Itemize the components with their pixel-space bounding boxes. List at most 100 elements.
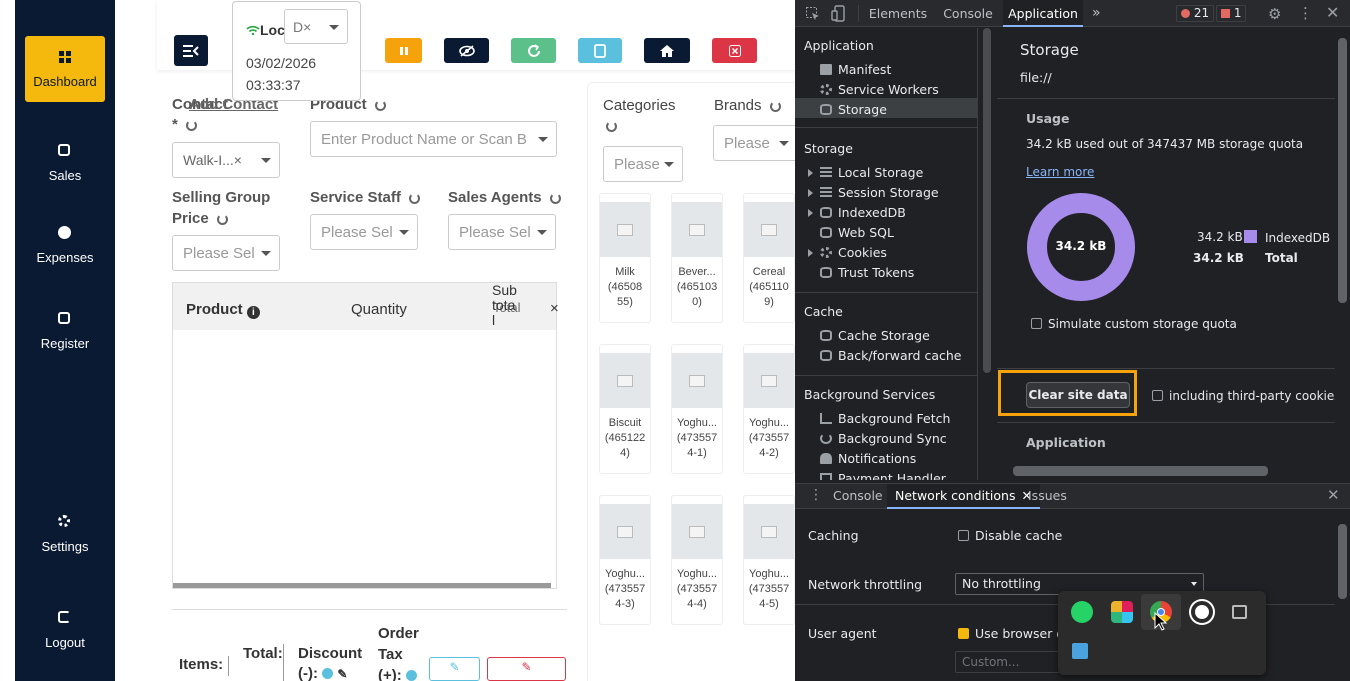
service-staff-select[interactable]: Please Sel — [310, 214, 418, 250]
clear-site-data-button[interactable]: Clear site data — [1026, 382, 1130, 408]
product-search-input[interactable]: Enter Product Name or Scan B — [310, 121, 557, 157]
drawer-tab-console[interactable]: Console — [833, 484, 883, 509]
product-card[interactable]: Yoghu... (473557 4-4) — [671, 495, 723, 625]
tab-elements[interactable]: Elements — [866, 0, 930, 27]
product-card[interactable]: Milk (46508 55) — [599, 193, 651, 323]
tree-item-service-workers[interactable]: Service Workers — [820, 82, 939, 97]
inspect-icon[interactable] — [805, 6, 821, 22]
storage-scrollbar-track[interactable] — [1335, 28, 1350, 463]
checkbox[interactable] — [1031, 318, 1042, 329]
error-badge[interactable]: 21 — [1176, 5, 1215, 22]
settings-gear-icon[interactable]: ⚙ — [1268, 5, 1281, 23]
close-devtools-icon[interactable]: ✕ — [1326, 3, 1339, 22]
refresh-brands-icon[interactable] — [769, 100, 781, 112]
refresh-selling-group-icon[interactable] — [216, 213, 228, 225]
info-icon[interactable] — [405, 670, 417, 681]
product-card[interactable]: Cereal (465110 9) — [743, 193, 795, 323]
drawer-tab-issues[interactable]: Issues — [1028, 484, 1067, 509]
nav-settings[interactable]: Settings — [25, 501, 105, 567]
slack-icon[interactable] — [1111, 601, 1133, 623]
refresh-product-icon[interactable] — [374, 99, 386, 111]
close-drawer-icon[interactable]: ✕ — [1327, 486, 1340, 504]
refresh-contact-icon[interactable] — [186, 119, 198, 131]
tree-scrollbar[interactable] — [983, 28, 991, 373]
custom-ua-input[interactable]: Custom... — [955, 651, 1065, 673]
edit-icon[interactable]: ✎ — [337, 667, 347, 681]
kebab-menu-icon[interactable]: ⋮ — [1298, 4, 1313, 22]
categories-select[interactable]: Please — [603, 146, 683, 182]
tree-item-cookies[interactable]: Cookies — [808, 245, 887, 260]
checkbox-checked[interactable] — [958, 628, 969, 639]
tree-item-trust-tokens[interactable]: Trust Tokens — [820, 265, 914, 280]
image-app-icon[interactable] — [1072, 643, 1088, 659]
toggle-menu-button[interactable] — [174, 35, 208, 66]
tree-item-indexeddb[interactable]: IndexedDB — [808, 205, 906, 220]
hide-button[interactable] — [444, 38, 489, 63]
refresh-sales-agents-icon[interactable] — [549, 192, 561, 204]
expand-arrow-icon[interactable] — [808, 249, 813, 257]
tab-console[interactable]: Console — [938, 0, 998, 27]
issues-badge[interactable]: 1 — [1216, 5, 1247, 22]
drawer-scrollbar-thumb[interactable] — [1338, 524, 1347, 599]
tree-item-background-sync[interactable]: Background Sync — [820, 431, 947, 446]
use-browser-default-checkbox[interactable]: Use browser de — [958, 626, 1072, 641]
expand-arrow-icon[interactable] — [808, 189, 813, 197]
refresh-service-staff-icon[interactable] — [409, 192, 421, 204]
product-card[interactable]: Bever... (465103 0) — [671, 193, 723, 323]
device-toggle-icon[interactable] — [831, 5, 847, 22]
checkbox[interactable] — [1152, 390, 1163, 401]
edit-shipping-button[interactable]: ✎ — [429, 657, 480, 681]
tree-item-bfcache[interactable]: Back/forward cache — [820, 348, 961, 363]
nav-register[interactable]: Register — [25, 298, 105, 364]
brands-select[interactable]: Please — [713, 125, 795, 161]
storage-hscroll[interactable] — [995, 465, 1325, 477]
tree-item-local-storage[interactable]: Local Storage — [808, 165, 923, 180]
more-tabs-icon[interactable]: » — [1092, 0, 1101, 27]
drawer-menu-icon[interactable]: ⋮ — [809, 487, 823, 503]
tree-item-notifications[interactable]: Notifications — [820, 451, 916, 466]
home-button[interactable] — [644, 38, 690, 63]
selling-group-select[interactable]: Please Sel — [172, 235, 280, 271]
expand-arrow-icon[interactable] — [808, 209, 813, 217]
checkbox[interactable] — [958, 530, 969, 541]
tree-item-storage[interactable]: Storage — [820, 102, 887, 117]
drawer-scrollbar[interactable] — [1335, 510, 1350, 681]
product-card[interactable]: Yoghu... (473557 4-3) — [599, 495, 651, 625]
location-select[interactable]: D× — [284, 9, 348, 44]
nav-sales[interactable]: Sales — [25, 130, 105, 196]
tree-item-manifest[interactable]: Manifest — [820, 62, 891, 77]
pause-button[interactable] — [385, 38, 422, 63]
grammarly-icon[interactable] — [1191, 601, 1213, 623]
nav-logout[interactable]: Logout — [25, 597, 105, 663]
learn-more-link[interactable]: Learn more — [1026, 165, 1094, 179]
whatsapp-icon[interactable] — [1071, 601, 1093, 623]
product-card[interactable]: Yoghu... (473557 4-2) — [743, 344, 795, 474]
close-pos-button[interactable] — [712, 38, 757, 63]
disable-cache-checkbox[interactable]: Disable cache — [958, 528, 1062, 543]
tree-item-payment-handler[interactable]: Payment Handler — [820, 471, 946, 480]
tree-item-cache-storage[interactable]: Cache Storage — [820, 328, 930, 343]
edit-other-button[interactable]: ✎ — [487, 657, 566, 681]
simulate-quota-checkbox[interactable]: Simulate custom storage quota — [1031, 317, 1237, 331]
tree-item-web-sql[interactable]: Web SQL — [820, 225, 894, 240]
sales-agents-select[interactable]: Please Sel — [448, 214, 556, 250]
col-remove[interactable]: × — [550, 300, 559, 317]
nav-dashboard[interactable]: Dashboard — [25, 36, 105, 102]
product-card[interactable]: Yoghu... (473557 4-5) — [743, 495, 795, 625]
refresh-categories-icon[interactable] — [606, 121, 617, 132]
drawer-tab-network-conditions[interactable]: Network conditions ✕ — [887, 484, 1040, 509]
info-icon[interactable] — [322, 668, 334, 679]
expand-arrow-icon[interactable] — [808, 169, 813, 177]
storage-hscroll-thumb[interactable] — [1013, 466, 1268, 476]
screen-icon[interactable] — [1232, 605, 1247, 619]
info-icon[interactable]: i — [246, 306, 260, 319]
tree-item-background-fetch[interactable]: Background Fetch — [820, 411, 950, 426]
tab-application[interactable]: Application — [1003, 0, 1083, 27]
nav-expenses[interactable]: Expenses — [25, 212, 105, 278]
cart-scrollbar[interactable] — [173, 583, 551, 588]
tablet-button[interactable] — [578, 38, 622, 63]
product-card[interactable]: Yoghu... (473557 4-1) — [671, 344, 723, 474]
storage-scrollbar-thumb[interactable] — [1338, 38, 1347, 303]
tree-item-session-storage[interactable]: Session Storage — [808, 185, 939, 200]
contact-select[interactable]: Walk-I...× — [172, 142, 280, 178]
